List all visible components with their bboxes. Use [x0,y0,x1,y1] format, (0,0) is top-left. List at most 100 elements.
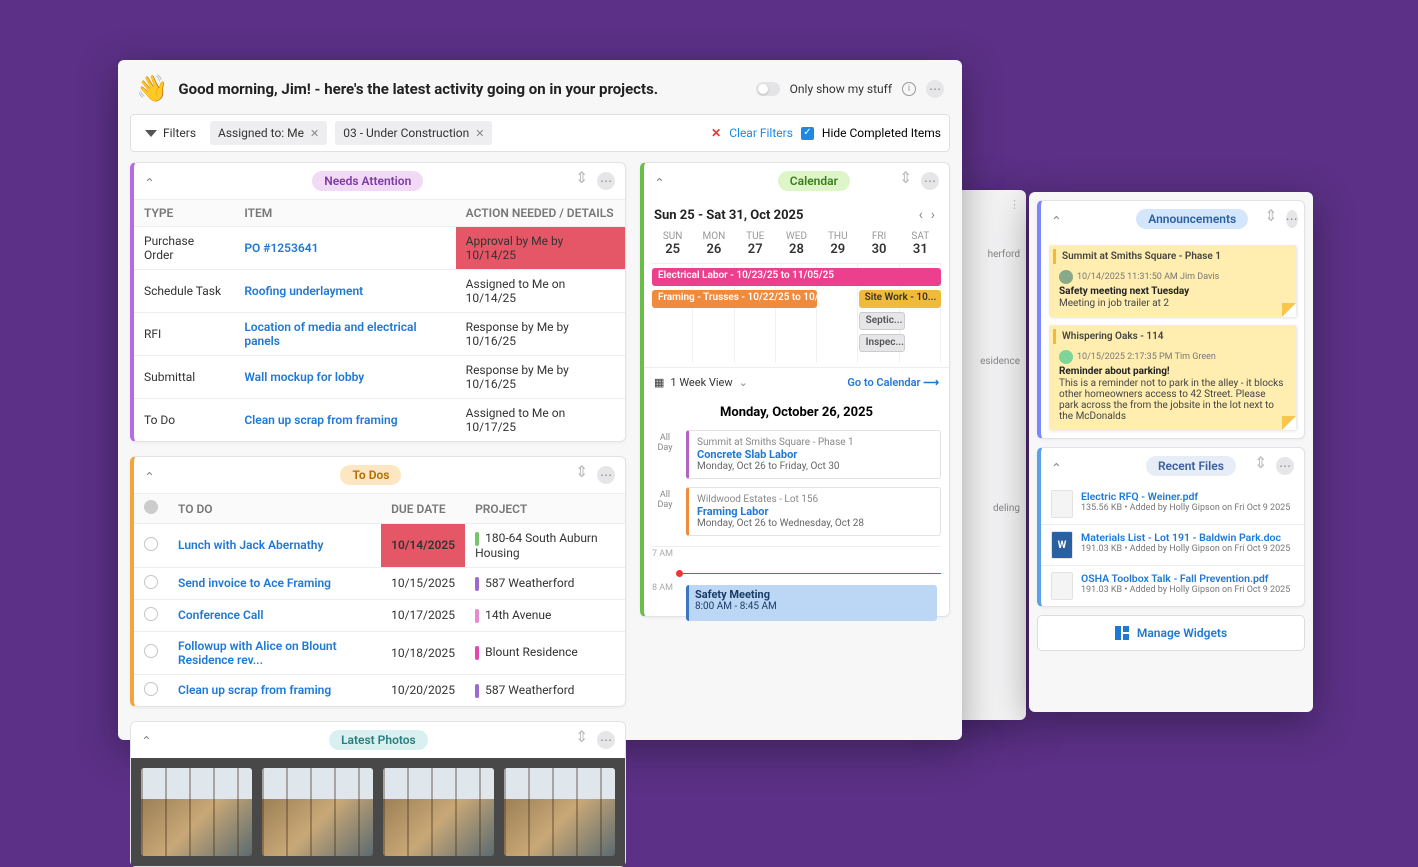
gantt-bar[interactable]: Site Work - 10... [859,290,941,308]
table-row[interactable]: Followup with Alice on Blount Residence … [134,631,625,674]
todos-table: TO DODUE DATEPROJECT Lunch with Jack Abe… [134,493,625,706]
widgets-icon [1115,626,1129,640]
card-menu[interactable]: ⋯ [921,172,939,190]
announcements-card: ⌄ Announcements ⇕ ⋯ Summit at Smiths Squ… [1037,200,1305,439]
chevron-up-icon[interactable]: ⌄ [1051,212,1062,227]
greeting-text: Good morning, Jim! - here's the latest a… [178,80,745,98]
file-row[interactable]: Electric RFQ - Weiner.pdf135.56 KB • Add… [1041,484,1304,524]
latest-photos-card: ⌄ Latest Photos ⇕ ⋯ [130,721,626,867]
table-row[interactable]: Schedule TaskRoofing underlaymentAssigne… [134,270,625,313]
drag-handle-icon[interactable]: ⇕ [575,174,589,188]
card-title: Announcements [1136,209,1248,229]
widgets-panel: ⌄ Announcements ⇕ ⋯ Summit at Smiths Squ… [1029,192,1313,712]
card-menu[interactable]: ⋯ [1276,457,1294,475]
chevron-up-icon[interactable]: ⌄ [141,732,152,747]
hide-completed-label: Hide Completed Items [822,126,941,140]
word-icon [1051,531,1073,559]
clear-filters-button[interactable]: Clear Filters [729,126,793,140]
table-row[interactable]: Conference Call 10/17/2025 14th Avenue [134,599,625,631]
table-row[interactable]: Clean up scrap from framing 10/20/2025 5… [134,674,625,706]
attention-table: TYPEITEMACTION NEEDED / DETAILS Purchase… [134,199,625,441]
photo-thumbnail[interactable] [141,768,252,856]
allday-event[interactable]: Summit at Smiths Square - Phase 1Concret… [686,430,941,479]
prev-week-button[interactable]: ‹ [915,207,927,223]
card-menu[interactable]: ⋯ [597,172,615,190]
calendar-card: ⌄ Calendar ⇕ ⋯ Sun 25 - Sat 31, Oct 2025… [640,162,950,617]
only-my-stuff-label: Only show my stuff [790,82,892,96]
table-row[interactable]: Purchase OrderPO #1253641Approval by Me … [134,227,625,270]
table-row[interactable]: Send invoice to Ace Framing 10/15/2025 5… [134,567,625,599]
info-icon[interactable]: i [902,82,916,96]
card-title: Latest Photos [329,730,428,750]
close-icon[interactable]: ✕ [475,127,484,140]
avatar [1059,350,1073,364]
close-icon: ✕ [711,126,721,140]
table-row[interactable]: RFILocation of media and electrical pane… [134,313,625,356]
chevron-up-icon[interactable]: ⌄ [1051,459,1062,474]
photo-thumbnail[interactable] [262,768,373,856]
filter-chip[interactable]: Assigned to: Me✕ [210,121,327,145]
card-title: Needs Attention [312,171,423,191]
photo-thumbnail[interactable] [383,768,494,856]
filter-chip[interactable]: 03 - Under Construction✕ [335,121,492,145]
complete-checkbox[interactable] [144,682,158,696]
card-menu[interactable]: ⋯ [1286,210,1298,228]
week-header: SUN25MON26TUE27WED28THU29FRI30SAT31 [644,231,949,257]
close-icon[interactable]: ✕ [310,127,319,140]
manage-widgets-button[interactable]: Manage Widgets [1037,615,1305,651]
drag-handle-icon[interactable]: ⇕ [899,174,913,188]
drag-handle-icon[interactable]: ⇕ [575,468,589,482]
complete-checkbox[interactable] [144,575,158,589]
recent-files-card: ⌄ Recent Files ⇕ ⋯ Electric RFQ - Weiner… [1037,447,1305,607]
avatar [1059,270,1073,284]
drag-handle-icon[interactable]: ⇕ [1254,459,1268,473]
card-menu[interactable]: ⋯ [597,466,615,484]
filter-bar: Filters Assigned to: Me✕ 03 - Under Cons… [130,114,950,152]
gantt-bar[interactable]: Electrical Labor - 10/23/25 to 11/05/25 [652,268,941,286]
next-week-button[interactable]: › [927,207,939,223]
table-row[interactable]: To DoClean up scrap from framingAssigned… [134,399,625,442]
selected-day-header: Monday, October 26, 2025 [644,397,949,426]
wave-icon: 👋 [136,74,168,104]
announcement-note[interactable]: Summit at Smiths Square - Phase 1 10/14/… [1049,245,1296,317]
chevron-up-icon[interactable]: ⌄ [144,174,155,189]
calendar-event[interactable]: Safety Meeting 8:00 AM - 8:45 AM [686,585,937,621]
pdf-icon [1051,490,1073,518]
card-title: To Dos [340,465,401,485]
drag-handle-icon[interactable]: ⇕ [575,733,589,747]
pdf-icon [1051,572,1073,600]
calendar-icon: ▦ [654,376,664,389]
card-title: Recent Files [1146,456,1236,476]
photo-thumbnail[interactable] [504,768,615,856]
complete-checkbox[interactable] [144,607,158,621]
hide-completed-checkbox[interactable]: ✓ [801,127,814,140]
table-row[interactable]: Lunch with Jack Abernathy 10/14/2025 180… [134,524,625,568]
drag-handle-icon[interactable]: ⇕ [1264,212,1277,226]
complete-checkbox[interactable] [144,644,158,658]
only-my-stuff-toggle[interactable] [756,82,780,96]
gantt-bar[interactable]: Inspec... [859,334,905,352]
gantt-bar[interactable]: Septic... [859,312,905,330]
file-row[interactable]: Materials List - Lot 191 - Baldwin Park.… [1041,524,1304,565]
filters-button[interactable]: Filters [139,122,202,144]
todos-card: ⌄ To Dos ⇕ ⋯ TO DODUE DATEPROJECT Lunch … [130,456,626,707]
chevron-down-icon[interactable]: ⌄ [739,376,748,389]
view-selector[interactable]: 1 Week View [670,376,732,389]
main-dashboard-window: 👋 Good morning, Jim! - here's the latest… [118,60,962,740]
more-menu[interactable]: ⋯ [926,80,944,98]
gantt-area: Electrical Labor - 10/23/25 to 11/05/25 F… [652,263,941,363]
current-time-indicator [680,573,941,574]
funnel-icon [145,130,157,137]
card-menu[interactable]: ⋯ [597,731,615,749]
complete-checkbox[interactable] [144,537,158,551]
gantt-bar[interactable]: Framing - Trusses - 10/22/25 to 10/28... [652,290,817,308]
table-row[interactable]: SubmittalWall mockup for lobbyResponse b… [134,356,625,399]
allday-event[interactable]: Wildwood Estates - Lot 156Framing LaborM… [686,487,941,536]
timeline: 7 AM 8 AM Safety Meeting 8:00 AM - 8:45 … [652,546,941,616]
calendar-range: Sun 25 - Sat 31, Oct 2025 [654,208,915,223]
chevron-up-icon[interactable]: ⌄ [654,174,665,189]
file-row[interactable]: OSHA Toolbox Talk - Fall Prevention.pdf1… [1041,565,1304,606]
go-to-calendar-link[interactable]: Go to Calendar ⟶ [847,376,939,389]
announcement-note[interactable]: Whispering Oaks - 114 10/15/2025 2:17:35… [1049,325,1296,430]
chevron-up-icon[interactable]: ⌄ [144,468,155,483]
